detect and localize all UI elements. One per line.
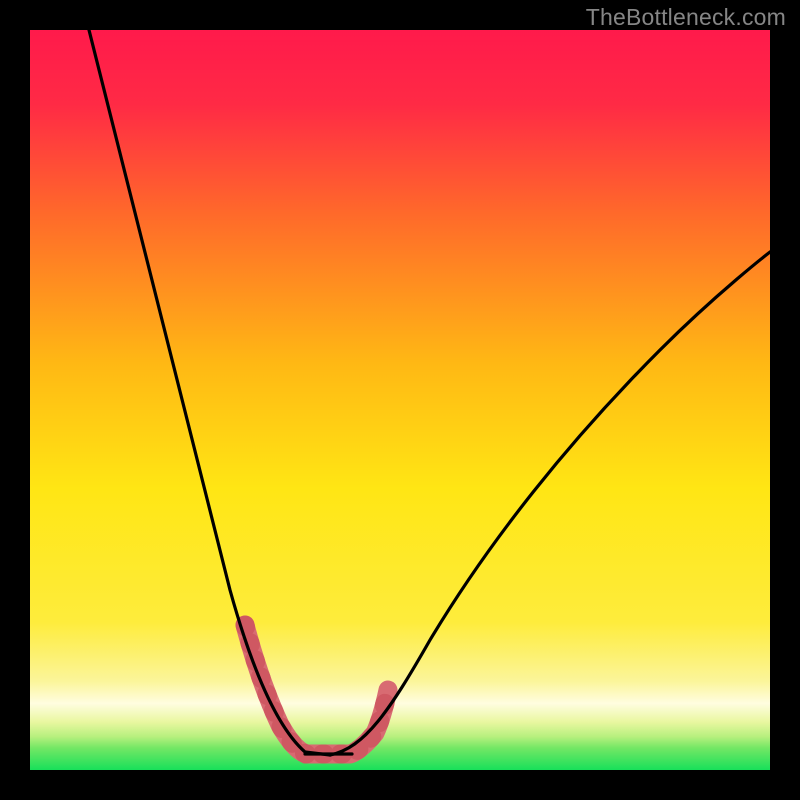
chart-curves — [30, 30, 770, 770]
plot-area — [30, 30, 770, 770]
watermark-text: TheBottleneck.com — [586, 4, 786, 31]
chart-frame: TheBottleneck.com — [0, 0, 800, 800]
curve-right — [330, 252, 770, 755]
curve-left — [89, 30, 330, 755]
